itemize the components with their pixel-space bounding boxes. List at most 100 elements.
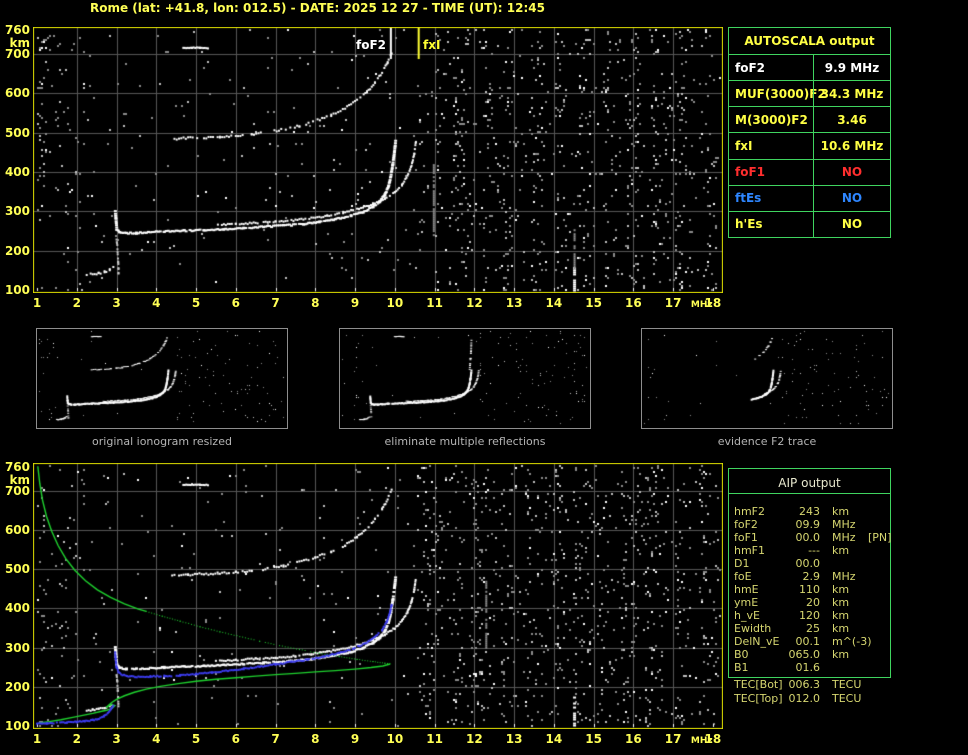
aip-table-row: h_vE 120 km [734,609,894,622]
y-tick-label: 500 [4,562,30,577]
x-tick-label: 10 [386,296,404,310]
autoscala-row-label: M(3000)F2 [729,106,813,132]
aip-table-row: hmF2 243 km [734,505,894,518]
aip-row-unit: TECU [832,678,862,691]
x-tick-label: 13 [505,732,523,746]
y-axis-unit-label: km [9,473,30,487]
x-tick-label: 9 [350,296,360,310]
x-tick-label: 7 [271,296,280,310]
aip-table-row: B0 065.0 km [734,648,894,661]
aip-row-value: --- [808,544,820,557]
aip-row-value: 120 [799,609,820,622]
aip-row-unit: km [832,609,850,622]
aip-row-unit: km [832,622,850,635]
autoscala-row-value: NO [813,158,890,185]
x-tick-label: 11 [426,732,443,746]
aip-row-unit: km [832,544,850,557]
fxi-marker-label: fxI [423,38,441,52]
aip-row-value: 00.0 [795,557,821,570]
x-tick-label: 14 [545,732,563,746]
aip-panel-title-divider [728,493,891,494]
y-tick-label: 600 [4,86,30,101]
aip-row-unit: km [832,505,850,518]
x-tick-label: 15 [585,296,602,310]
aip-row-unit: km [832,596,850,609]
x-tick-label: 3 [112,732,121,746]
autoscala-row-label: ftEs [729,184,813,211]
aip-row-label: foF2 [734,518,758,531]
aip-output-panel: AIP output hmF2 243 km foF2 09.9 MHz foF1 00.0 M… [728,468,898,708]
x-tick-label: 17 [664,296,682,310]
panel-caption-no-multiples: eliminate multiple reflections [384,435,546,448]
x-tick-label: 8 [311,732,320,746]
autoscala-row-label: foF2 [729,54,813,80]
y-tick-label: 400 [4,601,30,616]
aip-row-note: [PN] [868,531,892,544]
autoscala-row-value: 9.9 MHz [813,54,890,81]
aip-table-row: Ewidth 25 km [734,622,894,635]
x-tick-label: 5 [191,732,201,746]
x-tick-label: 12 [466,296,483,310]
y-tick-label: 400 [4,165,30,180]
panel-caption-original: original ionogram resized [92,435,232,448]
y-axis-unit-label: km [9,36,30,50]
aip-table-row: TEC[Bot] 006.3 TECU [734,678,894,691]
x-tick-label: 13 [505,296,523,310]
aip-table-row: DelN_vE 00.1 m^(-3) [734,635,894,648]
aip-row-value: 00.1 [795,635,821,648]
aip-row-value: 2.9 [802,570,821,583]
aip-row-unit: m^(-3) [832,635,872,648]
aip-row-value: 00.0 [795,531,821,544]
x-tick-label: 6 [231,732,240,746]
x-axis-unit-label: MHz [690,736,713,746]
aip-row-value: 01.6 [795,661,821,674]
aip-row-label: ymE [734,596,759,609]
y-tick-label: 600 [4,522,30,537]
x-tick-label: 16 [625,296,642,310]
aip-row-label: B1 [734,661,749,674]
aip-row-unit: km [832,648,850,661]
x-tick-label: 7 [271,732,280,746]
x-tick-label: 15 [585,732,602,746]
aip-row-label: B0 [734,648,749,661]
y-tick-label: 200 [4,679,30,694]
y-tick-label: 300 [4,204,30,219]
aip-table-row: B1 01.6 [734,661,894,674]
autoscala-row-value: 3.46 [813,106,890,133]
x-tick-label: 9 [350,732,360,746]
aip-table-row: TEC[Top] 012.0 TECU [734,692,894,705]
y-tick-label: 300 [4,640,30,655]
aip-row-label: TEC[Top] [734,692,783,705]
aip-panel-title: AIP output [778,476,841,490]
aip-row-value: 012.0 [788,692,821,705]
x-tick-label: 12 [466,732,483,746]
main-ionogram-canvas [33,27,723,293]
x-tick-label: 17 [664,732,682,746]
aip-row-value: 09.9 [795,518,821,531]
x-tick-label: 4 [152,732,161,746]
aip-row-label: h_vE [734,609,760,622]
x-tick-label: 6 [231,296,240,310]
x-tick-label: 5 [191,296,201,310]
aip-table-row: foF1 00.0 MHz [PN] [734,531,894,544]
aip-ionogram-canvas [33,463,723,729]
aip-table-row: foE 2.9 MHz [734,570,894,583]
autoscala-row-label: foF1 [729,158,813,185]
page-title: Rome (lat: +41.8, lon: 012.5) - DATE: 20… [90,1,545,15]
autoscala-row-value: 10.6 MHz [813,132,890,159]
aip-table-row: foF2 09.9 MHz [734,518,894,531]
processing-panel-f2-evidence-canvas [641,328,893,429]
aip-row-label: hmF1 [734,544,766,557]
processing-panel-original-canvas [36,328,288,429]
aip-row-value: 25 [806,622,820,635]
x-tick-label: 4 [152,296,161,310]
autoscala-row-value: NO [813,184,890,211]
x-tick-label: 11 [426,296,443,310]
y-tick-label: 500 [4,125,30,140]
aip-table-row: D1 00.0 [734,557,894,570]
aip-row-value: 065.0 [788,648,821,661]
x-tick-label: 2 [72,296,81,310]
autoscala-window: Rome (lat: +41.8, lon: 012.5) - DATE: 20… [0,0,968,755]
aip-row-unit: TECU [832,692,862,705]
autoscala-table-title: AUTOSCALA output [744,34,875,48]
